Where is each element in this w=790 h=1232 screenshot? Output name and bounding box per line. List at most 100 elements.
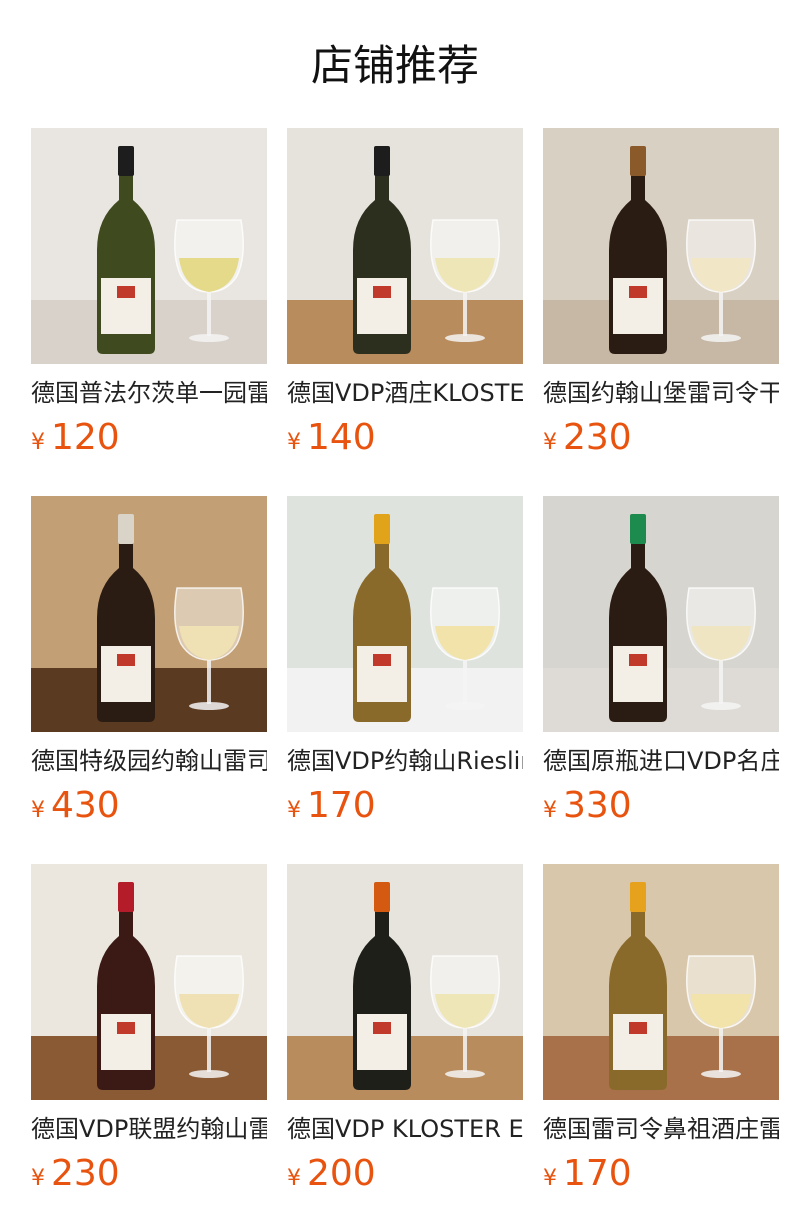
- label-crest: [117, 654, 135, 666]
- bottle-capsule: [374, 882, 390, 912]
- glass-base: [189, 702, 229, 710]
- currency-symbol: ¥: [287, 798, 301, 823]
- label-crest: [373, 654, 391, 666]
- label-crest: [117, 286, 135, 298]
- product-price: ¥430: [31, 784, 267, 828]
- glass-base: [701, 1070, 741, 1078]
- label-crest: [373, 286, 391, 298]
- product-price: ¥140: [287, 416, 523, 460]
- product-photo: [31, 864, 267, 1100]
- currency-symbol: ¥: [543, 1166, 557, 1191]
- currency-symbol: ¥: [31, 798, 45, 823]
- label-crest: [629, 286, 647, 298]
- product-name[interactable]: 德国普法尔茨单一园雷司令: [31, 376, 267, 410]
- bottle-capsule: [118, 514, 134, 544]
- page-title: 店铺推荐: [310, 41, 479, 90]
- currency-symbol: ¥: [543, 798, 557, 823]
- price-value: 430: [51, 785, 120, 826]
- glass-stem: [463, 292, 467, 336]
- bottle-capsule: [118, 146, 134, 176]
- glass-base: [701, 334, 741, 342]
- currency-symbol: ¥: [543, 430, 557, 455]
- product-image[interactable]: [31, 128, 267, 364]
- product-price: ¥330: [543, 784, 779, 828]
- price-value: 330: [563, 785, 632, 826]
- glass-base: [445, 702, 485, 710]
- currency-symbol: ¥: [287, 1166, 301, 1191]
- product-name[interactable]: 德国特级园约翰山雷司令: [31, 744, 267, 778]
- product-image[interactable]: [543, 496, 779, 732]
- product-image[interactable]: [287, 496, 523, 732]
- bottle-capsule: [630, 882, 646, 912]
- currency-symbol: ¥: [31, 1166, 45, 1191]
- product-price: ¥170: [287, 784, 523, 828]
- product-name[interactable]: 德国VDP联盟约翰山雷司令: [31, 1112, 267, 1146]
- bottle-capsule: [374, 514, 390, 544]
- glass-base: [189, 334, 229, 342]
- product-card[interactable]: 德国VDP联盟约翰山雷司令 ¥230: [31, 864, 267, 1196]
- price-value: 170: [563, 1153, 632, 1194]
- price-value: 140: [307, 417, 376, 458]
- product-card[interactable]: 德国特级园约翰山雷司令 ¥430: [31, 496, 267, 828]
- product-card[interactable]: 德国VDP约翰山Riesling ¥170: [287, 496, 523, 828]
- label-crest: [117, 1022, 135, 1034]
- product-photo: [31, 128, 267, 364]
- glass-base: [445, 334, 485, 342]
- product-image[interactable]: [543, 864, 779, 1100]
- product-name[interactable]: 德国原瓶进口VDP名庄雷司令: [543, 744, 779, 778]
- product-card[interactable]: 德国普法尔茨单一园雷司令 ¥120: [31, 128, 267, 460]
- glass-stem: [207, 1028, 211, 1072]
- product-name[interactable]: 德国VDP约翰山Riesling: [287, 744, 523, 778]
- product-image[interactable]: [543, 128, 779, 364]
- product-photo: [543, 128, 779, 364]
- glass-stem: [719, 660, 723, 704]
- product-image[interactable]: [31, 864, 267, 1100]
- product-card[interactable]: 德国VDP酒庄KLOSTER EBERBACH ¥140: [287, 128, 523, 460]
- price-value: 230: [563, 417, 632, 458]
- label-crest: [629, 1022, 647, 1034]
- product-photo: [287, 496, 523, 732]
- product-price: ¥230: [31, 1152, 267, 1196]
- currency-symbol: ¥: [287, 430, 301, 455]
- glass-stem: [207, 660, 211, 704]
- product-name[interactable]: 德国雷司令鼻祖酒庄雷司令: [543, 1112, 779, 1146]
- product-image[interactable]: [287, 864, 523, 1100]
- glass-stem: [719, 1028, 723, 1072]
- product-card[interactable]: 德国约翰山堡雷司令干白 ¥230: [543, 128, 779, 460]
- bottle-capsule: [630, 146, 646, 176]
- product-card[interactable]: 德国雷司令鼻祖酒庄雷司令 ¥170: [543, 864, 779, 1196]
- currency-symbol: ¥: [31, 430, 45, 455]
- glass-base: [445, 1070, 485, 1078]
- price-value: 230: [51, 1153, 120, 1194]
- product-price: ¥230: [543, 416, 779, 460]
- product-photo: [543, 864, 779, 1100]
- product-photo: [543, 496, 779, 732]
- label-crest: [373, 1022, 391, 1034]
- bottle-capsule: [118, 882, 134, 912]
- bottle-capsule: [630, 514, 646, 544]
- price-value: 200: [307, 1153, 376, 1194]
- label-crest: [629, 654, 647, 666]
- product-price: ¥200: [287, 1152, 523, 1196]
- bottle-capsule: [374, 146, 390, 176]
- product-card[interactable]: 德国VDP KLOSTER EBERBACH ¥200: [287, 864, 523, 1196]
- glass-stem: [719, 292, 723, 336]
- product-image[interactable]: [31, 496, 267, 732]
- product-name[interactable]: 德国VDP KLOSTER EBERBACH: [287, 1112, 523, 1146]
- price-value: 120: [51, 417, 120, 458]
- product-photo: [287, 128, 523, 364]
- product-photo: [31, 496, 267, 732]
- glass-stem: [463, 660, 467, 704]
- product-image[interactable]: [287, 128, 523, 364]
- price-value: 170: [307, 785, 376, 826]
- glass-base: [701, 702, 741, 710]
- product-name[interactable]: 德国约翰山堡雷司令干白: [543, 376, 779, 410]
- glass-base: [189, 1070, 229, 1078]
- product-card[interactable]: 德国原瓶进口VDP名庄雷司令 ¥330: [543, 496, 779, 828]
- glass-stem: [207, 292, 211, 336]
- product-price: ¥120: [31, 416, 267, 460]
- glass-stem: [463, 1028, 467, 1072]
- product-photo: [287, 864, 523, 1100]
- product-price: ¥170: [543, 1152, 779, 1196]
- product-name[interactable]: 德国VDP酒庄KLOSTER EBERBACH: [287, 376, 523, 410]
